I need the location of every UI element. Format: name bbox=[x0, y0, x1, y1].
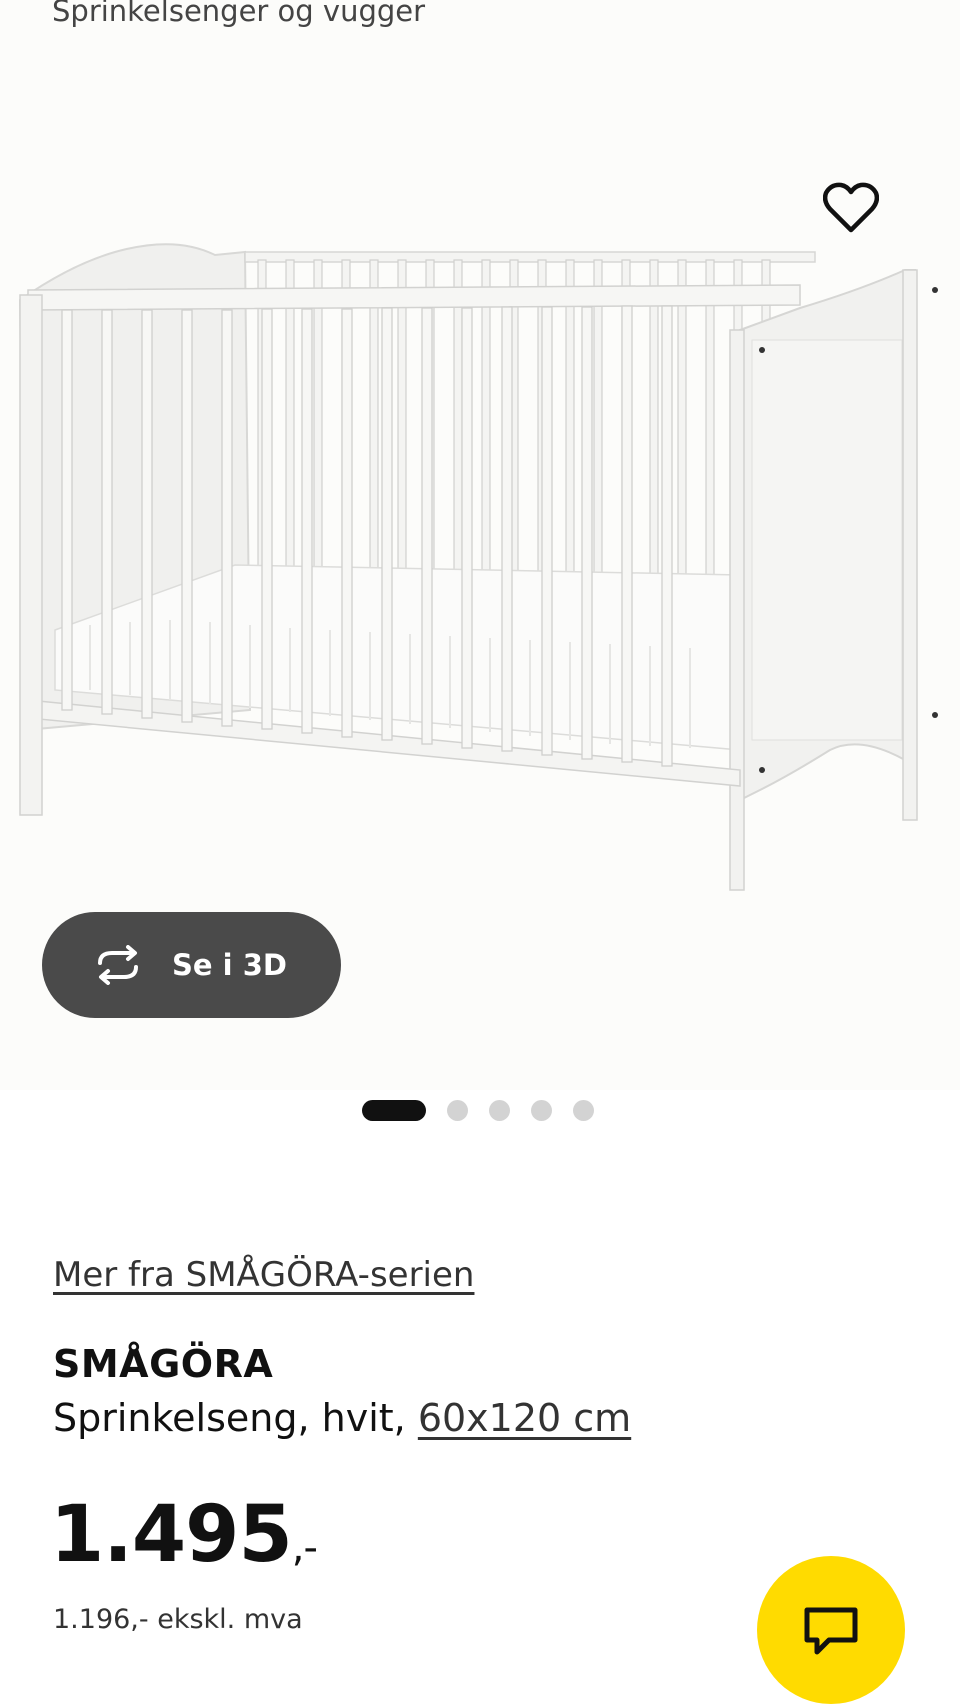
product-description: Sprinkelseng, hvit, 60x120 cm bbox=[53, 1396, 631, 1440]
product-description-text: Sprinkelseng, hvit, bbox=[53, 1396, 418, 1440]
view-in-3d-label: Se i 3D bbox=[172, 948, 287, 982]
size-link[interactable]: 60x120 cm bbox=[418, 1396, 631, 1440]
product-image-gallery[interactable]: Se i 3D bbox=[0, 0, 960, 1121]
view-in-3d-button[interactable]: Se i 3D bbox=[42, 912, 341, 1018]
rotate-3d-icon bbox=[98, 945, 138, 985]
chat-button[interactable] bbox=[757, 1556, 905, 1704]
product-name: SMÅGÖRA bbox=[53, 1342, 274, 1386]
price-suffix: ,- bbox=[291, 1525, 318, 1571]
gallery-dot-4[interactable] bbox=[531, 1100, 552, 1121]
chat-bubble-icon bbox=[804, 1607, 858, 1655]
price-ex-vat: 1.196,- ekskl. mva bbox=[53, 1604, 303, 1635]
series-link[interactable]: Mer fra SMÅGÖRA-serien bbox=[53, 1255, 474, 1295]
gallery-pagination bbox=[362, 1100, 615, 1121]
crib-product-image bbox=[18, 243, 938, 891]
gallery-dot-5[interactable] bbox=[573, 1100, 594, 1121]
gallery-dot-3[interactable] bbox=[489, 1100, 510, 1121]
price-value: 1.495 bbox=[50, 1490, 293, 1580]
heart-icon[interactable] bbox=[823, 182, 879, 234]
breadcrumb[interactable]: Sprinkelsenger og vugger bbox=[52, 0, 425, 28]
product-price: 1.495,- bbox=[50, 1490, 318, 1580]
gallery-dot-1[interactable] bbox=[362, 1100, 426, 1121]
gallery-dot-2[interactable] bbox=[447, 1100, 468, 1121]
